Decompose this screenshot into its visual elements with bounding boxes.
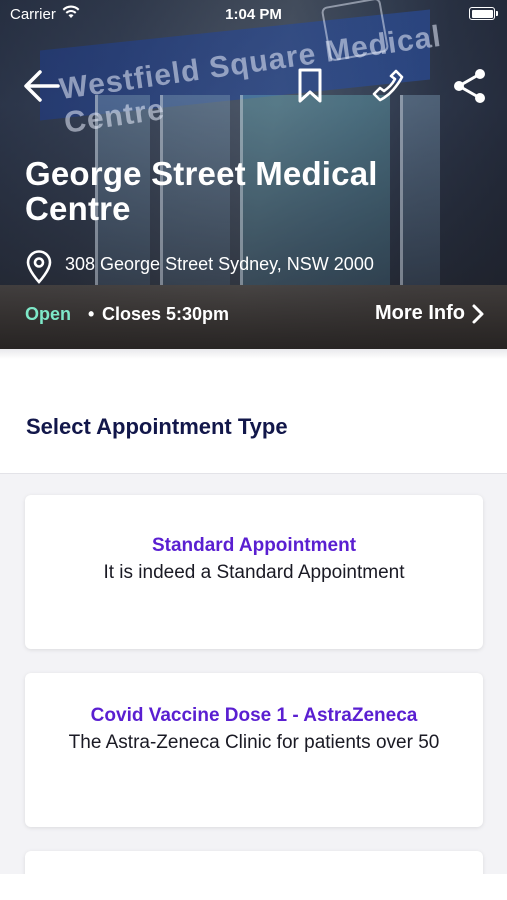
separator-dot: • <box>88 304 95 324</box>
bottom-safe-area <box>0 874 507 900</box>
location-pin-icon <box>26 250 52 284</box>
share-icon <box>454 69 485 103</box>
appointment-card-standard[interactable]: Standard Appointment It is indeed a Stan… <box>25 495 483 649</box>
appointment-description: The Astra-Zeneca Clinic for patients ove… <box>68 732 440 753</box>
closing-time: Closes 5:30pm <box>102 304 230 324</box>
address-row: 308 George Street Sydney, NSW 2000 <box>25 250 465 284</box>
clinic-header: Westfield Square Medical Centre Carrier … <box>0 0 507 349</box>
section-header: Select Appointment Type <box>0 349 507 474</box>
appointment-card-covid-vaccine[interactable]: Covid Vaccine Dose 1 - AstraZeneca The A… <box>25 673 483 827</box>
appointment-type-list[interactable]: Standard Appointment It is indeed a Stan… <box>0 474 507 874</box>
battery-icon <box>469 7 498 20</box>
clinic-name: George Street Medical Centre <box>25 155 378 227</box>
appointment-title: Standard Appointment <box>151 535 357 556</box>
more-info-label: More Info <box>375 302 465 324</box>
more-info-link[interactable]: More Info <box>375 302 485 325</box>
share-button[interactable] <box>450 66 490 106</box>
section-title: Select Appointment Type <box>26 414 288 439</box>
appointment-title: Covid Vaccine Dose 1 - AstraZeneca <box>90 705 418 726</box>
call-button[interactable] <box>368 66 408 106</box>
status-time: 1:04 PM <box>225 6 282 23</box>
bookmark-button[interactable] <box>292 66 328 106</box>
back-button[interactable] <box>22 66 62 106</box>
chevron-right-icon <box>472 304 484 323</box>
phone-icon <box>372 69 404 102</box>
back-arrow-icon <box>24 70 60 102</box>
clinic-address: 308 George Street Sydney, NSW 2000 <box>65 254 374 274</box>
appointment-card-partial[interactable] <box>25 851 483 874</box>
bookmark-icon <box>298 68 322 103</box>
appointment-description: It is indeed a Standard Appointment <box>103 562 405 583</box>
status-bar: Carrier 1:04 PM <box>0 0 507 28</box>
open-status: Open <box>25 304 72 324</box>
